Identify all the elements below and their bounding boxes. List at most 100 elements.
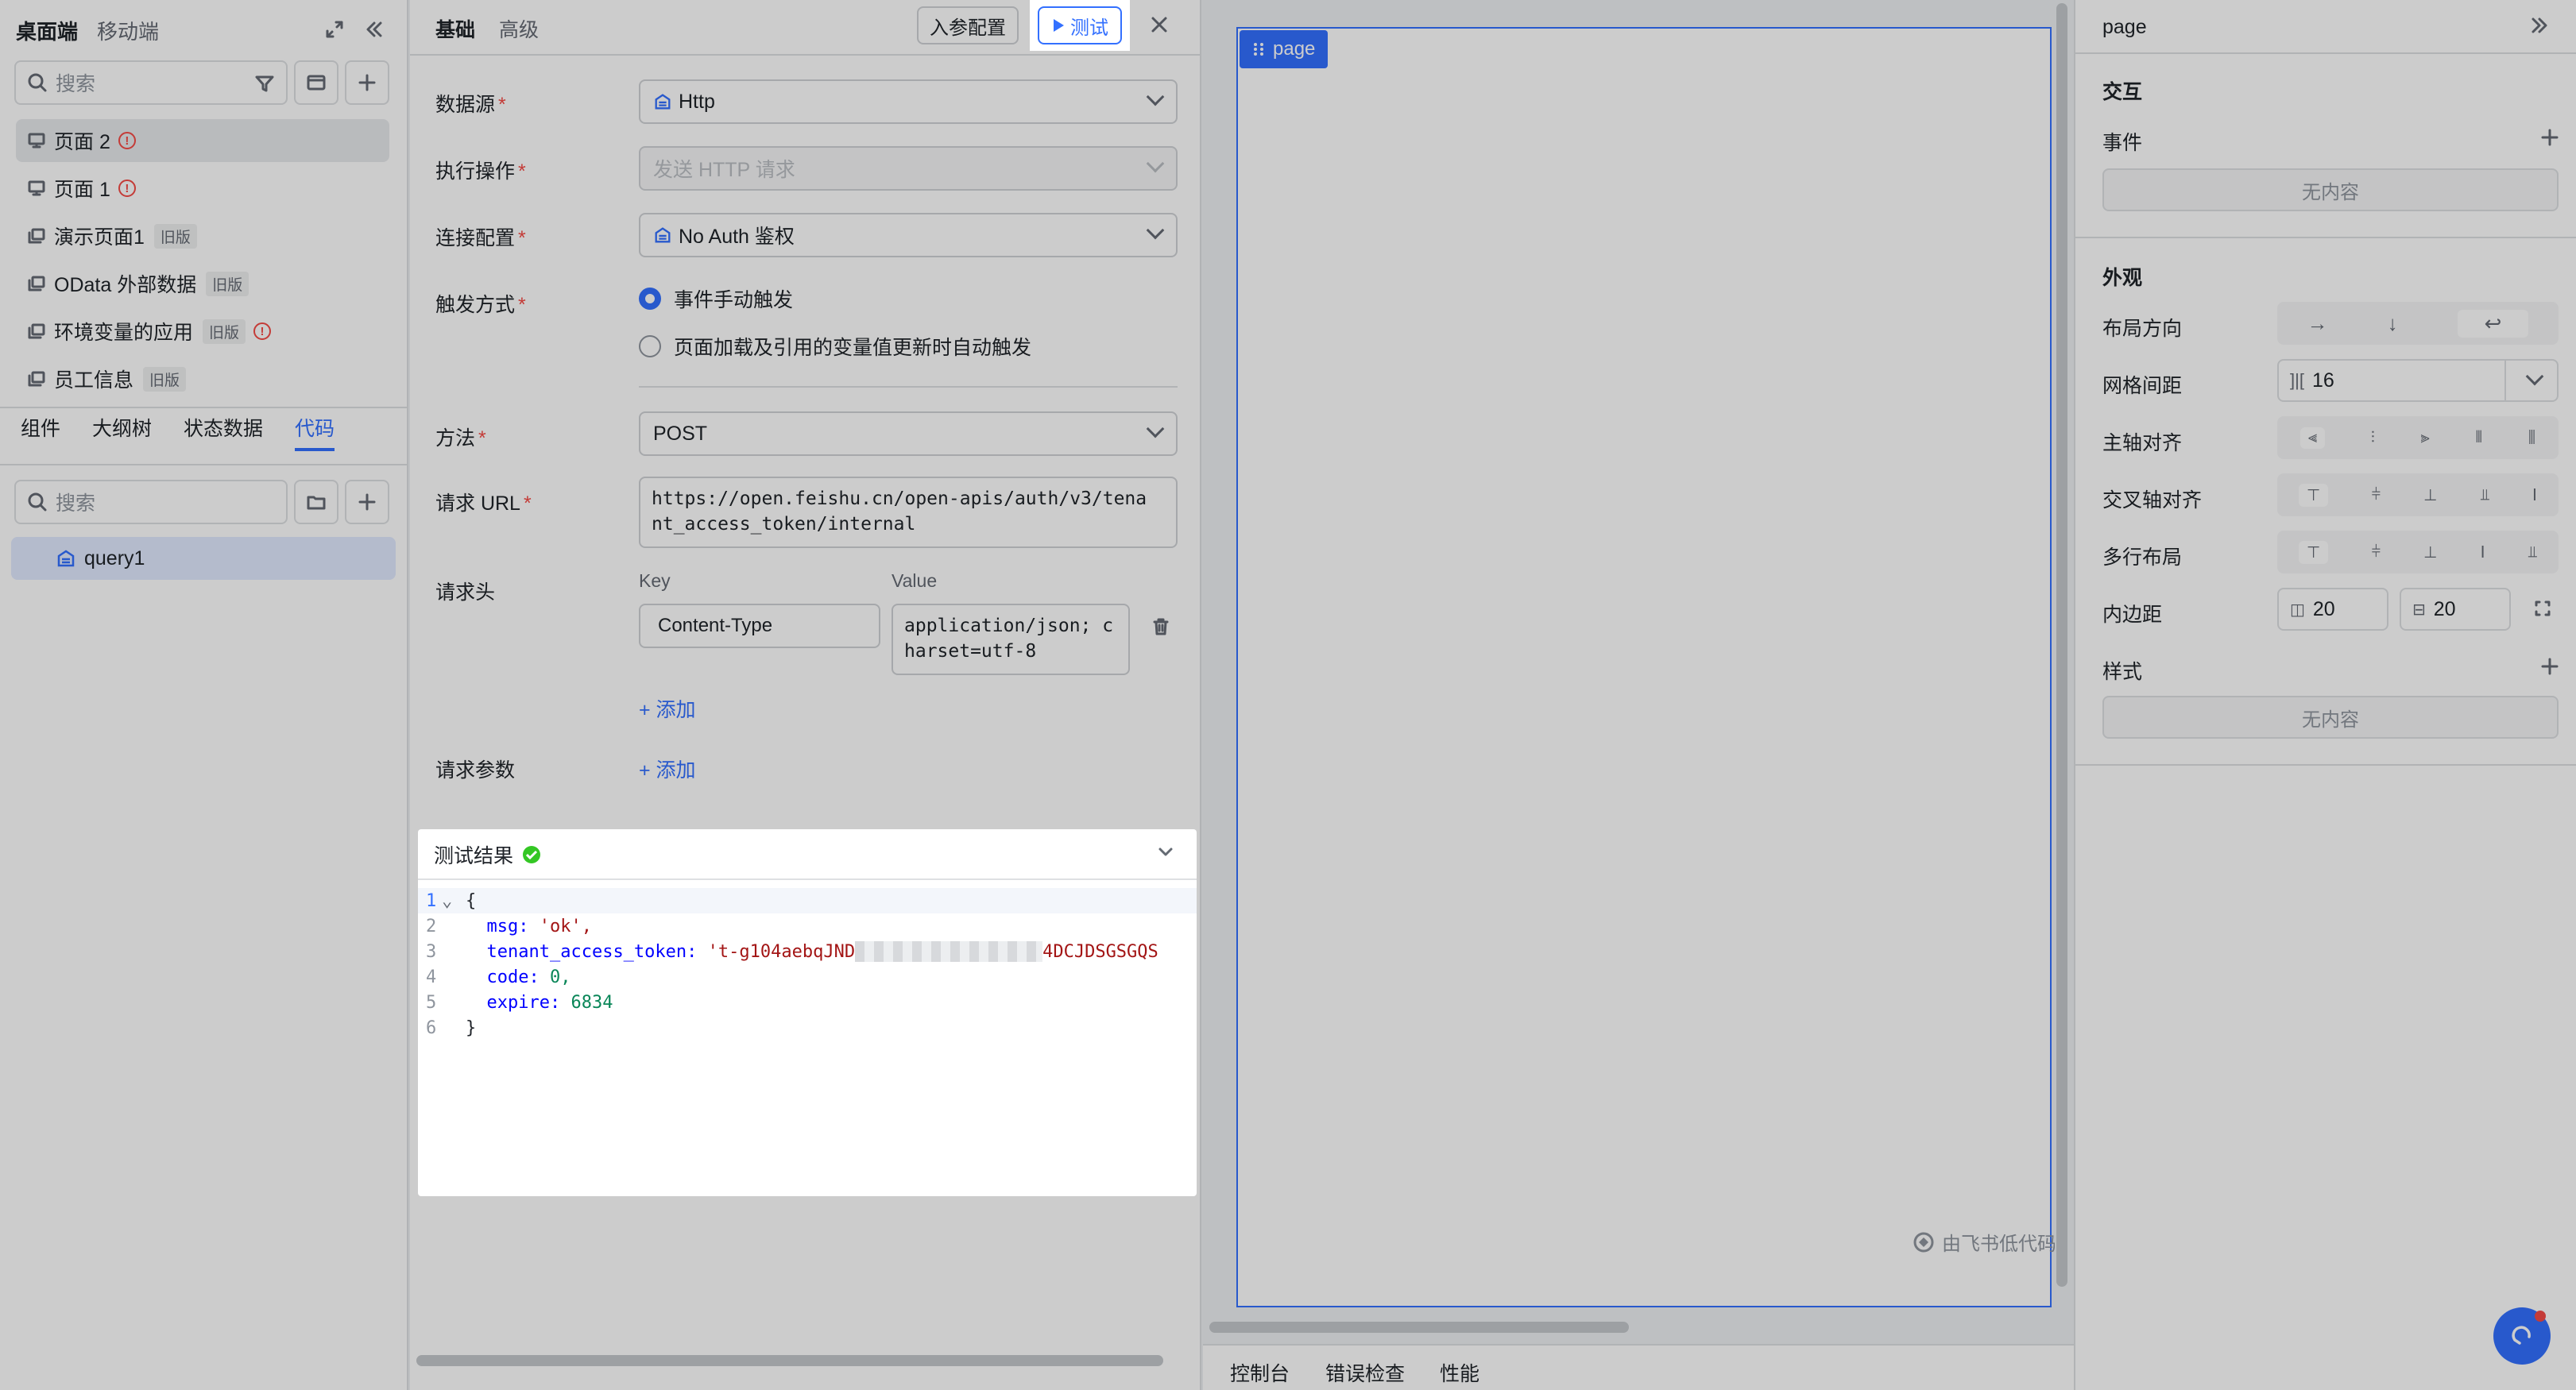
tab-state-data[interactable]: 状态数据 bbox=[184, 413, 263, 451]
warning-icon: ! bbox=[253, 322, 272, 340]
expand-icon[interactable] bbox=[324, 19, 345, 40]
chevron-down-icon[interactable] bbox=[2525, 367, 2544, 386]
code-search-input[interactable]: 搜索 bbox=[14, 480, 288, 524]
grid-gap-input[interactable]: ]|[ 16 bbox=[2277, 359, 2559, 402]
divider bbox=[2075, 52, 2576, 54]
trigger-radio-manual[interactable]: 事件手动触发 bbox=[639, 284, 793, 313]
wrap-icon[interactable]: ↩ bbox=[2457, 309, 2529, 338]
cross-baseline-icon[interactable]: ⫫ bbox=[2481, 486, 2489, 504]
url-input[interactable]: https://open.feishu.cn/open-apis/auth/v3… bbox=[639, 477, 1178, 548]
page-search-input[interactable]: 搜索 bbox=[14, 60, 288, 105]
desktop-icon bbox=[28, 133, 45, 149]
content-between-icon[interactable]: Ⅰ bbox=[2481, 542, 2485, 562]
test-button-focused[interactable]: 测试 bbox=[1038, 6, 1122, 44]
arrow-down-icon[interactable]: ↓ bbox=[2388, 311, 2398, 336]
datasource-select[interactable]: Http bbox=[639, 79, 1178, 124]
delete-icon[interactable] bbox=[1151, 616, 1171, 637]
page-item-odata[interactable]: OData 外部数据 旧版 bbox=[16, 262, 389, 305]
page-item-demo1[interactable]: 演示页面1 旧版 bbox=[16, 214, 389, 257]
divider bbox=[0, 407, 408, 408]
header-key-input[interactable]: Content-Type bbox=[639, 604, 880, 648]
align-end-icon[interactable]: ⫸ bbox=[2420, 429, 2429, 447]
page-manage-button[interactable] bbox=[294, 60, 338, 105]
add-style-icon[interactable] bbox=[2539, 656, 2560, 677]
header-value-input[interactable]: application/json; c harset=utf-8 bbox=[892, 604, 1130, 675]
help-button[interactable] bbox=[2493, 1307, 2551, 1365]
tab-advanced[interactable]: 高级 bbox=[499, 14, 539, 43]
add-query-button[interactable] bbox=[345, 480, 389, 524]
content-around-icon[interactable]: ⫫ bbox=[2528, 543, 2537, 562]
content-end-icon[interactable]: ⊥ bbox=[2423, 542, 2437, 562]
chevron-down-icon bbox=[1146, 154, 1165, 173]
close-icon[interactable] bbox=[1147, 13, 1171, 37]
trigger-radio-auto[interactable]: 页面加载及引用的变量值更新时自动触发 bbox=[639, 332, 1031, 361]
page-item-page2[interactable]: 页面 2 ! bbox=[16, 119, 389, 162]
space-between-icon[interactable]: ⦀ bbox=[2475, 429, 2482, 447]
page-item-employee[interactable]: 员工信息 旧版 bbox=[16, 357, 389, 400]
tab-performance[interactable]: 性能 bbox=[1440, 1358, 1479, 1387]
add-page-button[interactable] bbox=[345, 60, 389, 105]
main-axis-label: 主轴对齐 bbox=[2102, 432, 2183, 454]
align-start-icon[interactable]: ⫷ bbox=[2299, 427, 2326, 449]
content-center-icon[interactable]: ⫩ bbox=[2372, 543, 2381, 562]
code-line: 2 msg: 'ok', bbox=[426, 916, 592, 936]
tab-mobile[interactable]: 移动端 bbox=[97, 16, 159, 45]
legacy-badge: 旧版 bbox=[203, 319, 246, 344]
content-start-icon[interactable]: ⊤ bbox=[2299, 540, 2329, 564]
tab-console[interactable]: 控制台 bbox=[1230, 1358, 1290, 1387]
cross-start-icon[interactable]: ⊤ bbox=[2299, 483, 2329, 507]
tab-error-check[interactable]: 错误检查 bbox=[1325, 1358, 1405, 1387]
style-label: 样式 bbox=[2102, 661, 2143, 683]
main-axis-segment: ⫷ ⫶ ⫸ ⦀ ⫼ bbox=[2277, 416, 2559, 459]
code-line: 3 tenant_access_token: 't-g104aebqJND 4DC… bbox=[426, 941, 1158, 962]
chevron-down-icon[interactable] bbox=[1155, 842, 1176, 863]
filter-icon[interactable] bbox=[254, 73, 275, 94]
tab-outline[interactable]: 大纲树 bbox=[92, 413, 152, 451]
method-select[interactable]: POST bbox=[639, 411, 1178, 456]
collapse-left-icon[interactable] bbox=[364, 19, 385, 40]
arrow-right-icon[interactable]: → bbox=[2307, 311, 2328, 336]
tab-components[interactable]: 组件 bbox=[21, 413, 60, 451]
horizontal-scrollbar[interactable] bbox=[416, 1355, 1163, 1366]
vertical-scrollbar[interactable] bbox=[2056, 3, 2067, 1287]
legacy-badge: 旧版 bbox=[143, 366, 187, 392]
padding-horizontal-input[interactable]: ◫ 20 bbox=[2277, 588, 2388, 631]
param-config-button[interactable]: 入参配置 bbox=[917, 6, 1019, 44]
page-selection-tag[interactable]: page bbox=[1240, 30, 1329, 68]
add-event-icon[interactable] bbox=[2539, 127, 2560, 148]
new-folder-button[interactable] bbox=[294, 480, 338, 524]
padding-a-value: 20 bbox=[2312, 597, 2335, 620]
cross-end-icon[interactable]: ⊥ bbox=[2423, 485, 2437, 505]
url-line: https://open.feishu.cn/open-apis/auth/v3… bbox=[652, 488, 1147, 509]
search-icon bbox=[28, 73, 47, 92]
add-param-link[interactable]: + 添加 bbox=[639, 755, 696, 783]
align-center-icon[interactable]: ⫶ bbox=[2371, 429, 2375, 447]
legacy-page-icon bbox=[28, 228, 45, 244]
cross-stretch-icon[interactable]: Ⅰ bbox=[2532, 485, 2537, 505]
page-frame[interactable] bbox=[1236, 27, 2052, 1307]
page-item-env-vars[interactable]: 环境变量的应用 旧版 ! bbox=[16, 310, 389, 353]
add-header-link[interactable]: + 添加 bbox=[639, 694, 696, 723]
tab-basic[interactable]: 基础 bbox=[435, 14, 475, 43]
tab-desktop[interactable]: 桌面端 bbox=[16, 16, 78, 45]
divider bbox=[2504, 361, 2506, 400]
results-header: 测试结果 bbox=[434, 840, 542, 869]
tab-code[interactable]: 代码 bbox=[295, 413, 335, 451]
desktop-icon bbox=[28, 180, 45, 196]
canvas-horizontal-scrollbar[interactable] bbox=[1209, 1322, 1629, 1333]
code-line: 5 expire: 6834 bbox=[426, 992, 613, 1013]
cross-center-icon[interactable]: ⫩ bbox=[2372, 486, 2381, 504]
url-label: 请求 URL * bbox=[435, 492, 532, 515]
space-around-icon[interactable]: ⫼ bbox=[2528, 429, 2535, 447]
padding-expand-icon[interactable] bbox=[2532, 597, 2554, 620]
collapse-right-icon[interactable] bbox=[2528, 14, 2551, 37]
success-check-icon bbox=[523, 846, 541, 863]
padding-vertical-input[interactable]: ⊟ 20 bbox=[2400, 588, 2511, 631]
operation-label: 执行操作 * bbox=[435, 160, 526, 183]
layout-direction-segment: → ↓ ↩ bbox=[2277, 302, 2559, 345]
connection-select[interactable]: No Auth 鉴权 bbox=[639, 213, 1178, 257]
appearance-section-title: 外观 bbox=[2102, 267, 2143, 289]
notification-dot bbox=[2535, 1311, 2546, 1322]
query-item-query1[interactable]: query1 bbox=[11, 537, 396, 580]
page-item-page1[interactable]: 页面 1 ! bbox=[16, 167, 389, 210]
